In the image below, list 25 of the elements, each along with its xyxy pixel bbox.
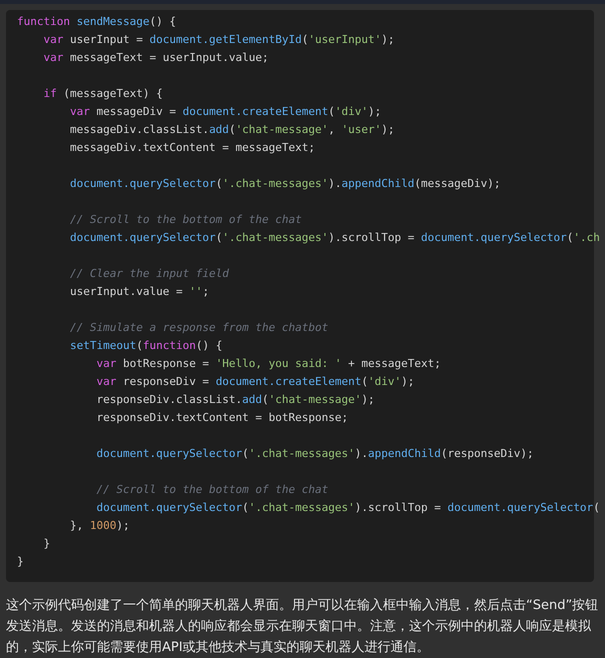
code-line: messageDiv.textContent = messageText; [68, 140, 316, 156]
code-line: document.querySelector('.chat-messages').appendChild(messageDiv); [68, 176, 500, 192]
code-line: }, 1000); [68, 518, 130, 534]
code-line: responseDiv.classList.add('chat-message'); [95, 392, 375, 408]
code-line: function sendMessage() { [17, 14, 176, 30]
code-line: setTimeout(function() { [68, 338, 222, 354]
code-line: // Scroll to the bottom of the chat [95, 482, 328, 498]
code-line: var botResponse = 'Hello, you said: ' + messageText; [95, 356, 441, 372]
code-line: responseDiv.textContent = botResponse; [95, 410, 348, 426]
code-line: messageDiv.classList.add('chat-message', 'user'); [68, 122, 395, 138]
code-line: if (messageText) { [42, 86, 163, 102]
code-line: var userInput = document.getElementById('userInput'); [42, 32, 395, 48]
code-line: userInput.value = ''; [68, 284, 210, 300]
code-line: document.querySelector('.chat-messages').scrollTop = document.querySelector('.ch [68, 230, 600, 246]
code-line: // Scroll to the bottom of the chat [68, 212, 302, 228]
code-line: } [17, 554, 24, 570]
code-line: var messageDiv = document.createElement('div'); [68, 104, 382, 120]
code-line: document.querySelector('.chat-messages').scrollTop = document.querySelector( [95, 500, 600, 516]
code-line: document.querySelector('.chat-messages').appendChild(responseDiv); [95, 446, 534, 462]
code-line: var responseDiv = document.createElement('div'); [95, 374, 414, 390]
code-line: // Clear the input field [68, 266, 229, 282]
code-line: // Simulate a response from the chatbot [68, 320, 328, 336]
code-line: } [42, 536, 50, 552]
explanation-paragraph: 这个示例代码创建了一个简单的聊天机器人界面。用户可以在输入框中输入消息，然后点击“Send”按钮发送消息。发送的消息和机器人的响应都会显示在聊天窗口中。注意，这个示例中的机器人响应是模拟的，实际上你可能需要使用API或其他技术与真实的聊天机器人进行通信。 [6, 597, 599, 657]
code-line: var messageText = userInput.value; [42, 50, 269, 66]
